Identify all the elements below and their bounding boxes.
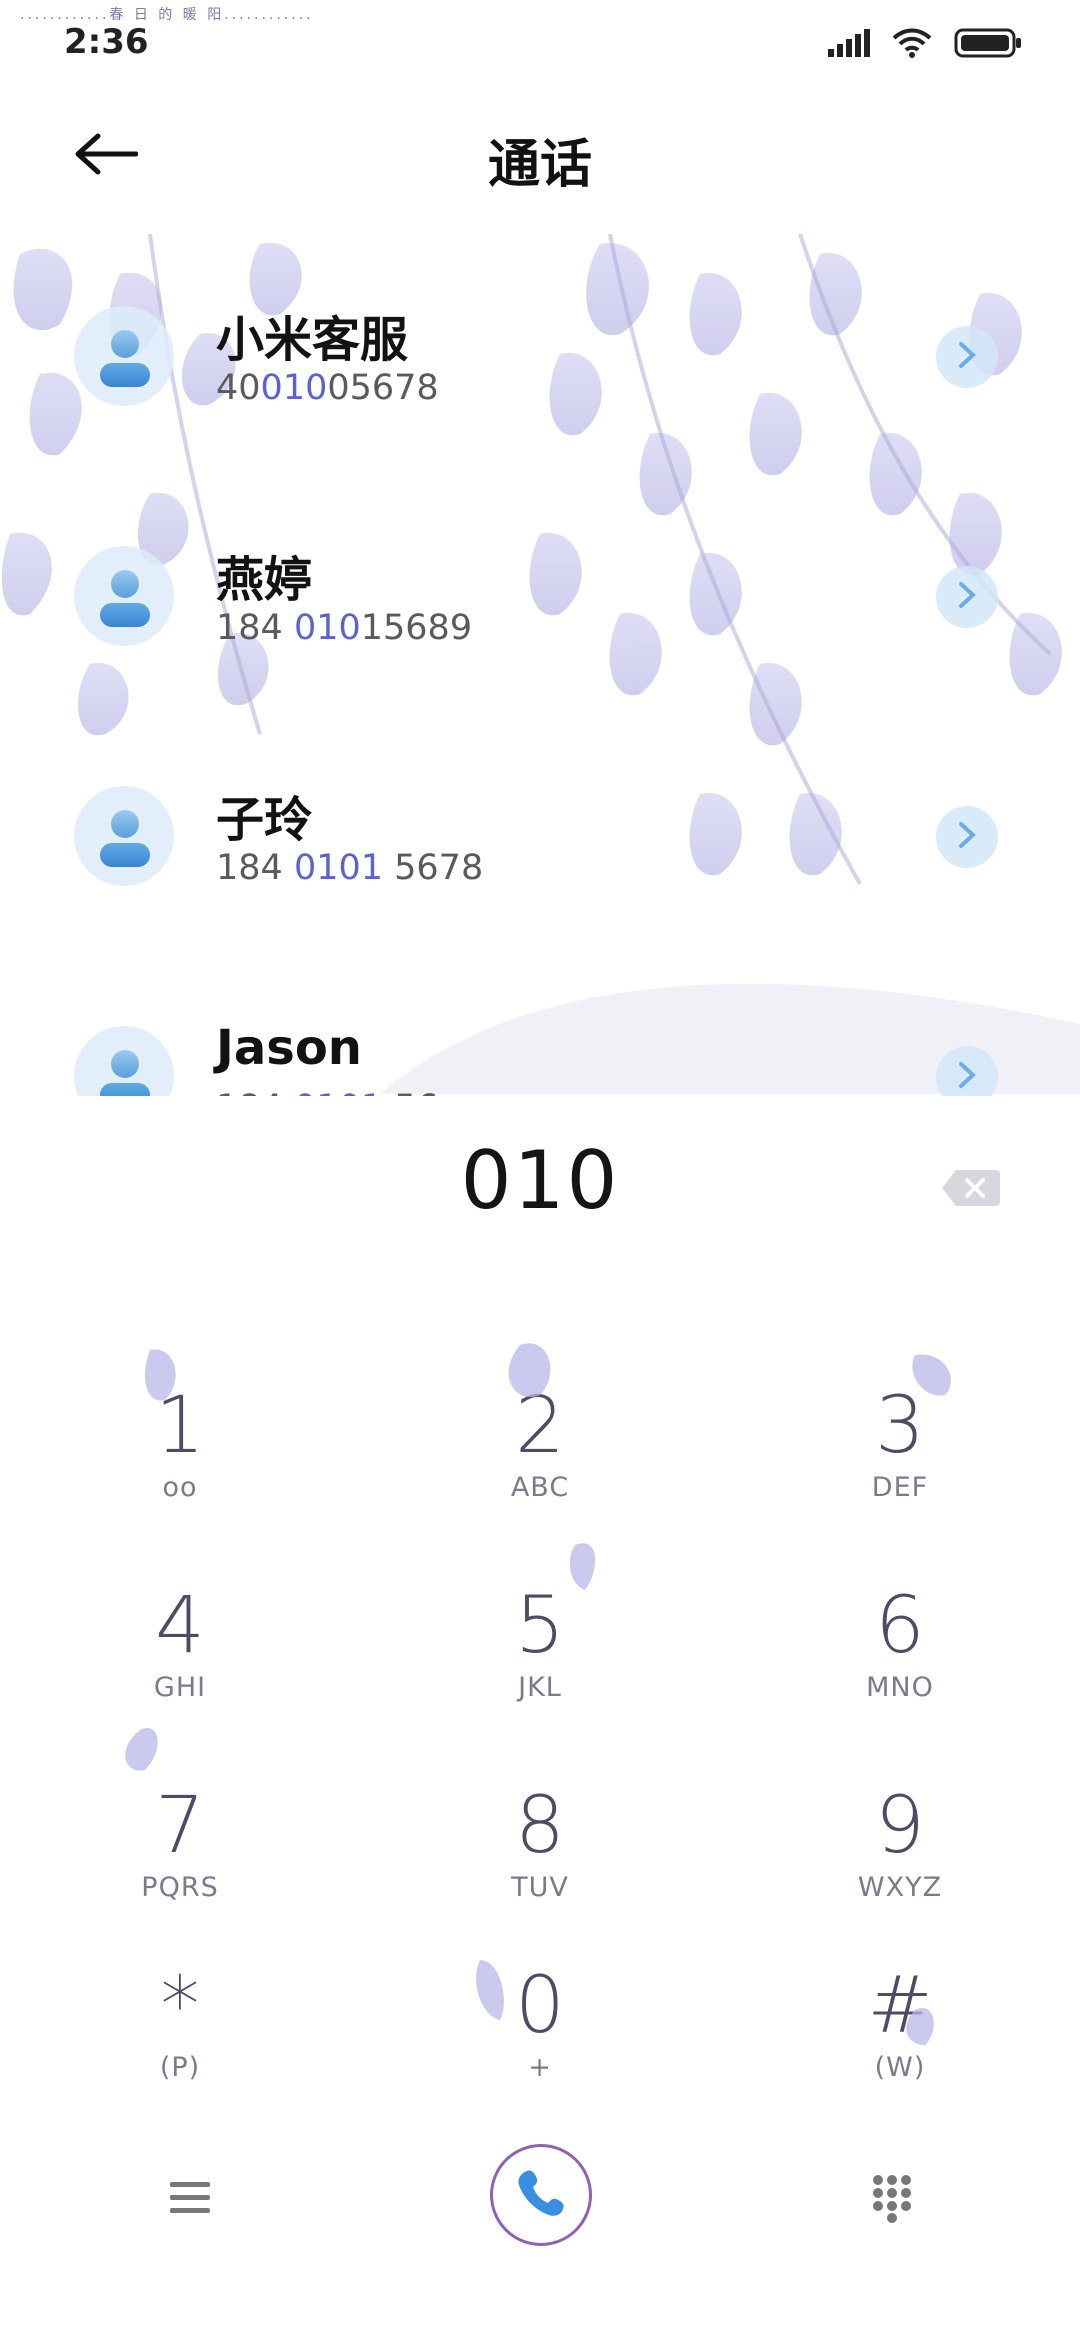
menu-icon [168,2178,212,2222]
status-tagline: ............春 日 的 暖 阳............ [20,7,314,23]
chevron-right-icon [955,1060,979,1094]
bottom-bar [0,2140,1080,2260]
signal-icon [828,29,870,61]
contact-list[interactable]: 小米客服 4001005678 燕婷 184 01015689 子玲 184 0… [0,234,1080,1096]
contact-item[interactable]: Jason 184 0101 56 [0,954,1080,1096]
contact-number: 184 0101 5678 [216,848,484,888]
page-title: 通话 [487,135,592,195]
chevron-right-icon [955,340,979,374]
status-icons [828,28,1022,62]
chevron-right-icon [955,820,979,854]
dialpad-icon [870,2173,914,2227]
chevron-right-icon [955,580,979,614]
battery-icon [954,28,1022,62]
status-bar: ............春 日 的 暖 阳............ 2:36 [0,0,1080,70]
status-time: 2:36 [64,22,149,62]
backspace-button[interactable] [940,1168,1002,1208]
dial-display: 010 [0,1120,1080,1260]
contact-number: 4001005678 [216,368,439,408]
menu-button[interactable] [160,2170,220,2230]
wifi-icon [892,28,932,62]
contact-detail-button[interactable] [936,326,998,388]
backspace-icon [940,1170,1002,1212]
contact-detail-button[interactable] [936,566,998,628]
contact-number: 184 0101 56 [216,1088,439,1096]
avatar [74,786,174,886]
petal-decoration [125,1343,951,2045]
call-button[interactable] [490,2144,592,2246]
contact-item[interactable]: 燕婷 184 01015689 [0,474,1080,714]
contact-name: 子玲 [216,792,313,848]
avatar [74,1026,174,1096]
avatar [74,306,174,406]
dialed-number[interactable]: 010 [0,1134,1080,1227]
contact-number: 184 01015689 [216,608,473,648]
contact-item[interactable]: 小米客服 4001005678 [0,234,1080,474]
contact-item[interactable]: 子玲 184 0101 5678 [0,714,1080,954]
keypad-toggle-button[interactable] [860,2168,924,2232]
contact-detail-button[interactable] [936,806,998,868]
header: 通话 [0,80,1080,230]
contact-name: Jason [216,1020,362,1076]
contact-name: 小米客服 [216,312,409,368]
contact-detail-button[interactable] [936,1046,998,1096]
contact-name: 燕婷 [216,552,313,608]
phone-icon [513,2165,569,2225]
avatar [74,546,174,646]
